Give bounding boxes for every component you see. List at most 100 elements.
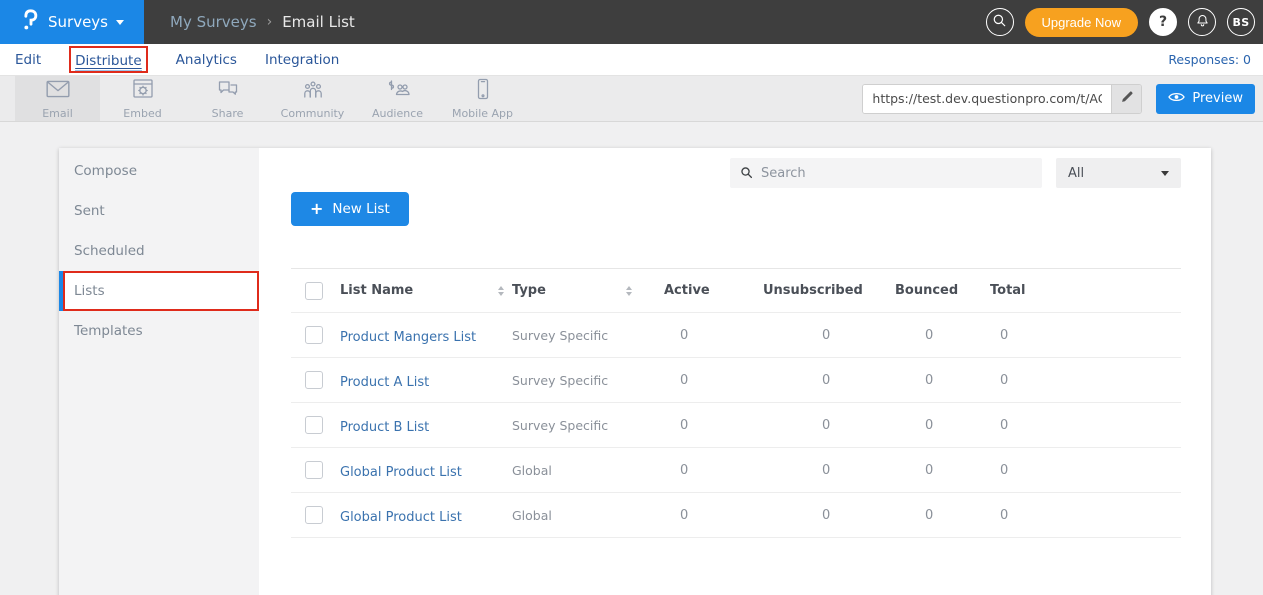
col-header-list-name: List Name <box>340 283 413 298</box>
filter-selected-value: All <box>1068 166 1084 181</box>
row-checkbox[interactable] <box>305 326 323 344</box>
active-count: 0 <box>664 373 763 388</box>
unsubscribed-count: 0 <box>763 463 895 478</box>
distribute-toolbar: Email Embed Share Community Audience Mob… <box>0 76 1263 122</box>
lists-main: All + New List List Name Type Active <box>259 148 1211 595</box>
survey-url-input[interactable] <box>863 85 1111 113</box>
total-count: 0 <box>990 418 1181 433</box>
help-button[interactable]: ? <box>1149 8 1177 36</box>
row-checkbox[interactable] <box>305 461 323 479</box>
email-sidebar: Compose Sent Scheduled Lists Templates <box>59 148 259 595</box>
audience-icon <box>385 78 411 104</box>
select-all-checkbox[interactable] <box>305 282 323 300</box>
topbar-actions: Upgrade Now ? BS <box>986 8 1263 37</box>
bell-icon <box>1195 13 1210 32</box>
survey-tab-nav: Edit Distribute Analytics Integration Re… <box>0 44 1263 76</box>
list-type: Survey Specific <box>512 373 664 388</box>
list-type: Global <box>512 508 664 523</box>
list-name-link[interactable]: Global Product List <box>340 510 462 525</box>
table-row: Global Product List Global 0 0 0 0 <box>291 448 1181 493</box>
bounced-count: 0 <box>895 328 990 343</box>
toolbar-item-label: Email <box>42 107 73 120</box>
tab-integration[interactable]: Integration <box>265 52 339 68</box>
edit-url-button[interactable] <box>1111 85 1141 113</box>
preview-button[interactable]: Preview <box>1156 84 1255 114</box>
search-icon <box>992 13 1007 32</box>
tab-edit[interactable]: Edit <box>15 52 41 68</box>
bounced-count: 0 <box>895 373 990 388</box>
share-icon <box>216 78 240 104</box>
sidebar-item-scheduled[interactable]: Scheduled <box>59 231 259 271</box>
unsubscribed-count: 0 <box>763 373 895 388</box>
table-row: Product A List Survey Specific 0 0 0 0 <box>291 358 1181 403</box>
product-label: Surveys <box>48 13 108 31</box>
eye-icon <box>1168 91 1185 107</box>
row-checkbox[interactable] <box>305 416 323 434</box>
list-name-link[interactable]: Product Mangers List <box>340 330 476 345</box>
avatar[interactable]: BS <box>1227 8 1255 36</box>
col-header-total: Total <box>990 283 1181 298</box>
toolbar-item-label: Share <box>212 107 244 120</box>
questionpro-logo-icon <box>20 8 40 36</box>
col-header-type: Type <box>512 283 546 298</box>
new-list-button[interactable]: + New List <box>291 192 409 226</box>
total-count: 0 <box>990 508 1181 523</box>
new-list-label: New List <box>332 201 389 217</box>
mobile-app-icon <box>471 78 495 104</box>
sidebar-item-lists[interactable]: Lists <box>59 271 259 311</box>
pencil-icon <box>1120 89 1134 108</box>
tab-analytics[interactable]: Analytics <box>176 52 237 68</box>
notifications-button[interactable] <box>1188 8 1216 36</box>
embed-icon <box>131 78 155 104</box>
question-mark-icon: ? <box>1159 14 1167 30</box>
sidebar-item-sent[interactable]: Sent <box>59 191 259 231</box>
toolbar-item-audience[interactable]: Audience <box>355 76 440 121</box>
plus-icon: + <box>310 201 323 217</box>
list-controls-row: All <box>291 158 1181 188</box>
breadcrumb: My Surveys › Email List <box>170 13 355 31</box>
toolbar-item-email[interactable]: Email <box>15 76 100 121</box>
survey-url-control <box>862 84 1142 114</box>
top-bar: Surveys My Surveys › Email List Upgrade … <box>0 0 1263 44</box>
toolbar-item-label: Audience <box>372 107 423 120</box>
breadcrumb-my-surveys[interactable]: My Surveys <box>170 13 257 31</box>
preview-label: Preview <box>1192 91 1243 106</box>
toolbar-right-controls: Preview <box>862 76 1263 121</box>
list-name-link[interactable]: Global Product List <box>340 465 462 480</box>
sidebar-item-templates[interactable]: Templates <box>59 311 259 351</box>
sort-icon[interactable] <box>626 286 632 296</box>
tab-distribute[interactable]: Distribute <box>75 53 142 71</box>
toolbar-item-mobile-app[interactable]: Mobile App <box>440 76 525 121</box>
unsubscribed-count: 0 <box>763 418 895 433</box>
bounced-count: 0 <box>895 463 990 478</box>
list-type: Global <box>512 463 664 478</box>
search-icon <box>740 164 753 183</box>
lists-table: List Name Type Active Unsubscribed Bounc… <box>291 268 1181 538</box>
sidebar-item-compose[interactable]: Compose <box>59 151 259 191</box>
avatar-initials: BS <box>1233 16 1250 29</box>
upgrade-now-button[interactable]: Upgrade Now <box>1025 8 1139 37</box>
list-filter-dropdown[interactable]: All <box>1056 158 1181 188</box>
toolbar-item-community[interactable]: Community <box>270 76 355 121</box>
table-header-row: List Name Type Active Unsubscribed Bounc… <box>291 268 1181 313</box>
active-count: 0 <box>664 508 763 523</box>
row-checkbox[interactable] <box>305 506 323 524</box>
responses-count[interactable]: Responses: 0 <box>1168 52 1251 67</box>
search-input[interactable] <box>761 166 1032 181</box>
list-search-box <box>730 158 1042 188</box>
product-switcher[interactable]: Surveys <box>0 0 144 44</box>
toolbar-item-share[interactable]: Share <box>185 76 270 121</box>
sort-icon[interactable] <box>498 286 504 296</box>
active-count: 0 <box>664 463 763 478</box>
table-row: Product Mangers List Survey Specific 0 0… <box>291 313 1181 358</box>
table-row: Product B List Survey Specific 0 0 0 0 <box>291 403 1181 448</box>
col-header-active: Active <box>664 283 763 298</box>
search-button[interactable] <box>986 8 1014 36</box>
list-name-link[interactable]: Product B List <box>340 420 429 435</box>
toolbar-item-embed[interactable]: Embed <box>100 76 185 121</box>
total-count: 0 <box>990 328 1181 343</box>
list-name-link[interactable]: Product A List <box>340 375 429 390</box>
email-icon <box>45 78 71 104</box>
row-checkbox[interactable] <box>305 371 323 389</box>
toolbar-item-label: Community <box>281 107 345 120</box>
